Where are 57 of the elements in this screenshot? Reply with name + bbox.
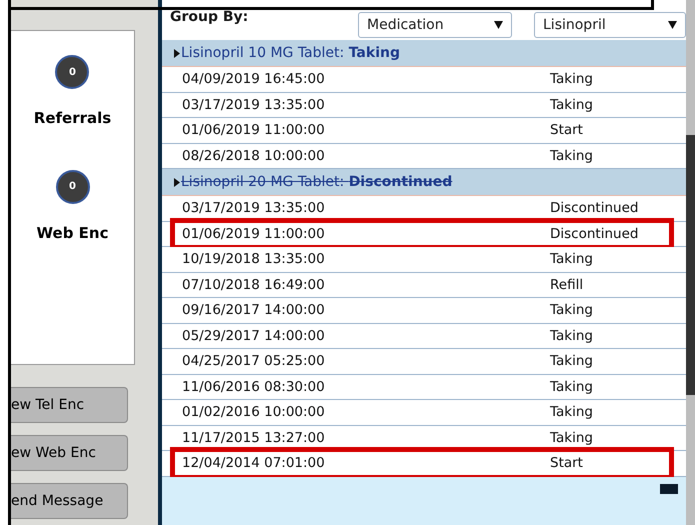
group-header[interactable]: Lisinopril 20 MG Tablet: Discontinued [162,169,686,196]
dropdown[interactable]: Lisinopril [534,12,686,38]
count-badge: 0 [56,170,90,204]
action-button[interactable]: ew Web Enc [11,435,128,471]
date-cell-text: 03/17/2019 13:35:00 [181,199,326,218]
caret-icon [668,21,677,29]
status-cell-text: Taking [550,250,593,270]
date-cell-text: 01/06/2019 11:00:00 [181,224,326,244]
status-cell-text: Discontinued [550,224,638,244]
status-cell-text: Taking [550,378,593,397]
status-cell-text: Taking [550,146,593,166]
history-row[interactable]: 11/06/2016 08:30:00 Taking [162,374,686,400]
date-cell-text: 04/25/2017 05:25:00 [181,352,326,372]
status-cell-text: Refill [550,276,584,295]
status-cell-text: Start [550,454,583,474]
date-cell-text: 03/17/2019 13:35:00 [181,96,326,115]
date-cell-text: 04/09/2019 16:45:00 [181,70,326,90]
expand-icon[interactable] [174,48,180,58]
history-row[interactable]: 08/26/2018 10:00:00 Taking [162,144,686,169]
counter-label: Web Enc [36,222,108,244]
history-row[interactable]: 05/29/2017 14:00:00 Taking [162,324,686,349]
date-cell-text: 07/10/2018 16:49:00 [181,276,326,295]
group-header[interactable]: Lisinopril 10 MG Tablet: Taking [162,40,686,67]
status-cell-text: Taking [550,96,593,115]
caret-icon [494,21,503,29]
history-row[interactable]: 03/17/2019 13:35:00 Taking [162,92,686,118]
date-cell-text: 01/06/2019 11:00:00 [181,121,326,140]
status-cell-text: Taking [550,326,593,346]
expand-icon[interactable] [174,178,180,186]
scrollbar[interactable] [686,0,695,525]
history-row[interactable]: 07/10/2018 16:49:00 Refill [162,272,686,298]
collapse-icon[interactable] [660,484,678,494]
status-cell-text: Taking [550,403,593,422]
group-by-label: Group By: [170,8,250,27]
scrollbar-thumb[interactable] [686,135,695,395]
status-cell-text: Taking [550,428,593,448]
action-button[interactable]: ew Tel Enc [11,387,128,423]
medication-group-title: Lisinopril 20 MG Tablet: Discontinued [181,172,452,192]
history-row[interactable]: 10/19/2018 13:35:00 Taking [162,247,686,272]
action-button[interactable]: end Message [11,483,128,519]
status-cell-text: Start [550,121,583,140]
date-cell-text: 11/06/2016 08:30:00 [181,378,326,397]
count-badge: 0 [55,55,90,89]
date-cell-text: 09/16/2017 14:00:00 [181,301,326,320]
counter-label: Referrals [34,108,112,129]
status-cell-text: Discontinued [550,199,638,218]
date-cell-text: 05/29/2017 14:00:00 [181,326,326,346]
status-cell-text: Taking [550,301,593,320]
date-cell-text: 08/26/2018 10:00:00 [181,146,326,166]
status-cell-text: Taking [550,352,593,372]
date-cell-text: 10/19/2018 13:35:00 [181,250,326,270]
status-cell-text: Taking [550,70,593,90]
medication-group-title: Lisinopril 10 MG Tablet: Taking [181,44,400,62]
date-cell-text: 11/17/2015 13:27:00 [181,428,326,448]
date-cell-text: 01/02/2016 10:00:00 [181,403,326,422]
dropdown[interactable]: Medication [358,12,512,38]
date-cell-text: 12/04/2014 07:01:00 [181,454,326,474]
